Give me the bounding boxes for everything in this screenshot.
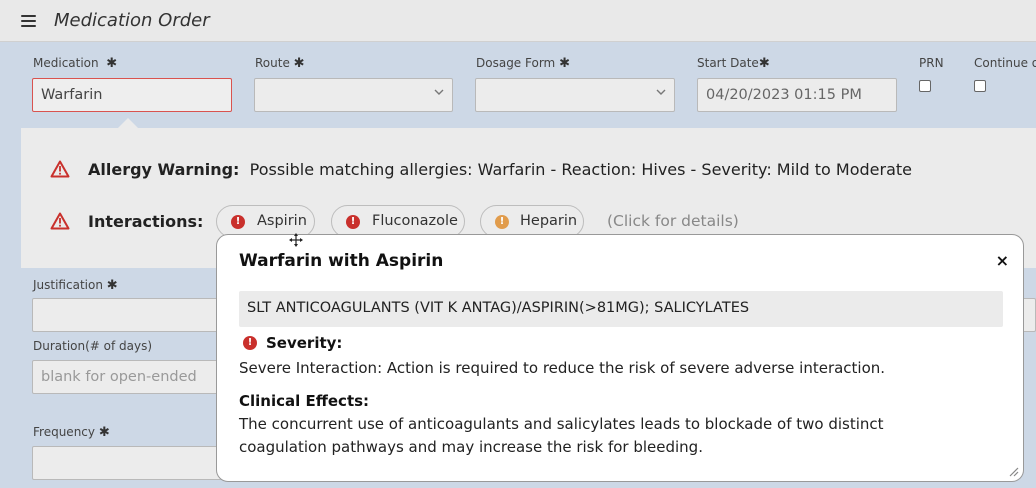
page-title: Medication Order [54,10,210,31]
frequency-label: Frequency ✱ [33,425,110,440]
chevron-down-icon [656,89,666,95]
title-bar: Medication Order [0,0,1036,42]
severe-alert-icon: ! [231,215,245,229]
moderate-alert-icon: ! [495,215,509,229]
prn-label: PRN [919,56,944,70]
severity-text: Severe Interaction: Action is required t… [239,359,886,377]
medication-input[interactable]: Warfarin [32,78,232,112]
route-label: Route ✱ [255,56,305,71]
dosage-form-label: Dosage Form ✱ [476,56,570,71]
start-date-input[interactable]: 04/20/2023 01:15 PM [697,78,897,112]
close-icon[interactable]: × [996,251,1009,270]
resize-handle-icon[interactable] [1007,465,1019,477]
interaction-code: SLT ANTICOAGULANTS (VIT K ANTAG)/ASPIRIN… [239,291,1003,327]
duration-label: Duration(# of days) [33,339,153,353]
dosage-form-select[interactable] [475,78,675,112]
start-date-label: Start Date✱ [697,56,770,71]
severe-alert-icon: ! [243,336,257,350]
allergy-warning: Allergy Warning: Possible matching aller… [88,160,912,179]
justification-label: Justification ✱ [33,278,118,293]
warning-triangle-icon [50,212,70,230]
warning-caret [118,118,138,128]
continue-checkbox[interactable] [974,80,986,92]
duration-input[interactable]: blank for open-ended [32,360,222,394]
clinical-effects-text: The concurrent use of anticoagulants and… [239,415,884,456]
chevron-down-icon [434,89,444,95]
frequency-select[interactable] [32,446,222,480]
interactions-label: Interactions: [88,212,204,231]
clinical-effects-heading: Clinical Effects: [239,392,370,410]
prn-checkbox[interactable] [919,80,931,92]
hamburger-menu-icon[interactable] [21,15,36,27]
click-for-details-hint[interactable]: (Click for details) [607,212,739,230]
severe-alert-icon: ! [346,215,360,229]
warning-triangle-icon [50,160,70,178]
severity-heading: Severity: [266,334,343,352]
interaction-detail-popup: Warfarin with Aspirin × SLT ANTICOAGULAN… [216,234,1024,482]
medication-label: Medication ✱ [33,56,118,71]
move-cursor-icon [289,233,303,247]
popup-title: Warfarin with Aspirin [239,251,444,271]
continue-label: Continue o [974,56,1036,70]
route-select[interactable] [254,78,453,112]
